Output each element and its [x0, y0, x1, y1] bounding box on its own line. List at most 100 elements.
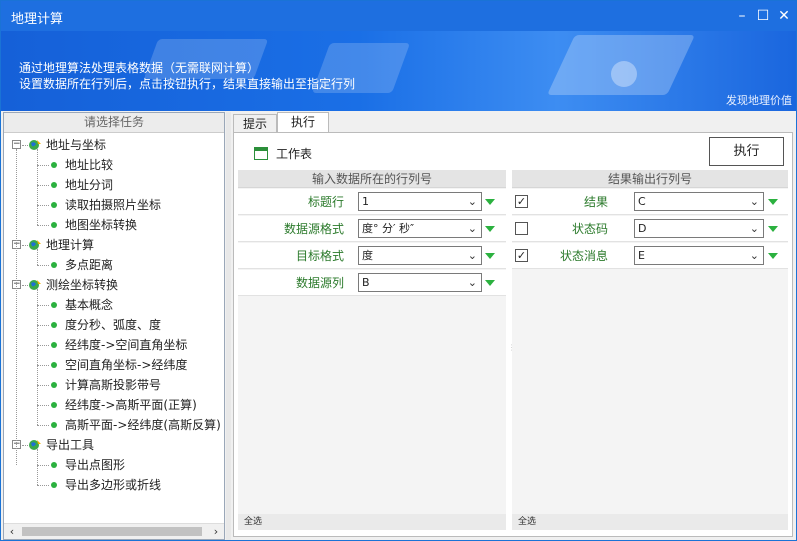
tree-item[interactable]: 高斯平面->经纬度(高斯反算): [65, 415, 221, 435]
tree-connector: [37, 289, 38, 425]
tree-group[interactable]: 地理计算: [46, 235, 94, 255]
collapse-icon[interactable]: −: [12, 140, 21, 149]
bullet-icon: [51, 362, 57, 368]
output-row: ✓ 状态消息 E ⌄: [512, 243, 788, 269]
scroll-thumb[interactable]: [22, 527, 202, 536]
tree-connector: [37, 305, 49, 306]
panel-splitter[interactable]: [226, 112, 231, 540]
tree-connector: [37, 345, 49, 346]
chevron-down-icon: ⌄: [749, 249, 759, 262]
discover-link[interactable]: 发现地理价值: [726, 92, 792, 108]
output-row-value: C: [638, 195, 646, 208]
tree-item[interactable]: 基本概念: [65, 295, 113, 315]
scroll-right-icon[interactable]: ›: [208, 524, 224, 539]
globe-icon: [29, 280, 41, 290]
tree-connector: [37, 225, 49, 226]
workbook-button[interactable]: 工作表: [254, 145, 312, 163]
tree-connector: [37, 185, 49, 186]
dropdown-arrow-icon[interactable]: [485, 199, 495, 205]
tree-item[interactable]: 度分秒、弧度、度: [65, 315, 161, 335]
dropdown-arrow-icon[interactable]: [768, 226, 778, 232]
dropdown-arrow-icon[interactable]: [485, 280, 495, 286]
app-window: 地理计算 – ☐ ✕ 通过地理算法处理表格数据（无需联网计算） 设置数据所在行列…: [0, 0, 797, 541]
minimize-button[interactable]: –: [732, 6, 752, 26]
chevron-down-icon: ⌄: [467, 276, 477, 289]
execute-panel: 工作表 执行 输入数据所在的行列号 标题行 1 ⌄ 数据源格式 度° 分′ 秒″ ⌄ 目标格…: [233, 132, 793, 537]
tree-item[interactable]: 经纬度->空间直角坐标: [65, 335, 187, 355]
tree-item[interactable]: 多点距离: [65, 255, 113, 275]
input-row-select[interactable]: 度 ⌄: [358, 246, 482, 265]
input-row-select[interactable]: B ⌄: [358, 273, 482, 292]
input-row-value: 1: [362, 195, 369, 208]
scroll-left-icon[interactable]: ‹: [4, 524, 20, 539]
tree-item[interactable]: 地址分词: [65, 175, 113, 195]
input-row-label: 数据源列: [295, 276, 344, 290]
tree-item[interactable]: 导出多边形或折线: [65, 475, 161, 495]
tree-connector: [37, 205, 49, 206]
input-panel: 输入数据所在的行列号 标题行 1 ⌄ 数据源格式 度° 分′ 秒″ ⌄ 目标格式度 ⌄ 数据源列…: [238, 170, 506, 530]
output-row-select[interactable]: C ⌄: [634, 192, 764, 211]
close-button[interactable]: ✕: [774, 6, 794, 26]
chevron-down-icon: ⌄: [467, 222, 477, 235]
dropdown-arrow-icon[interactable]: [768, 253, 778, 259]
bullet-icon: [51, 342, 57, 348]
output-select-all[interactable]: 全选: [512, 514, 788, 530]
chevron-down-icon: ⌄: [467, 195, 477, 208]
tree-connector: [37, 325, 49, 326]
tree-group[interactable]: 地址与坐标: [46, 135, 106, 155]
workbook-label: 工作表: [276, 147, 313, 161]
bullet-icon: [51, 262, 57, 268]
banner: 通过地理算法处理表格数据（无需联网计算） 设置数据所在行列后，点击按钮执行，结果…: [1, 31, 796, 111]
tree-group[interactable]: 导出工具: [46, 435, 94, 455]
input-row: 数据源格式 度° 分′ 秒″ ⌄: [238, 216, 506, 242]
tree-item[interactable]: 地图坐标转换: [65, 215, 137, 235]
tree-item[interactable]: 经纬度->高斯平面(正算): [65, 395, 197, 415]
banner-decoration: [611, 61, 637, 87]
run-button[interactable]: 执行: [709, 137, 784, 166]
tree-item[interactable]: 地址比较: [65, 155, 113, 175]
bullet-icon: [51, 382, 57, 388]
tree-item[interactable]: 导出点图形: [65, 455, 125, 475]
tree-item[interactable]: 读取拍摄照片坐标: [65, 195, 161, 215]
chevron-down-icon: ⌄: [749, 195, 759, 208]
bullet-icon: [51, 322, 57, 328]
task-panel: 请选择任务 − 地址与坐标 地址比较 地址分词 读取拍摄照片坐标 地图坐标转换 − 地理计算多…: [3, 112, 225, 540]
maximize-button[interactable]: ☐: [753, 6, 773, 26]
input-row-select[interactable]: 1 ⌄: [358, 192, 482, 211]
output-row-label: 结果: [583, 195, 608, 209]
tree-connector: [37, 425, 49, 426]
output-row-value: E: [638, 249, 645, 262]
bullet-icon: [51, 402, 57, 408]
input-row-value: B: [362, 276, 370, 289]
output-row-select[interactable]: D ⌄: [634, 219, 764, 238]
output-panel: 结果输出行列号 ✓ 结果 C ⌄ 状态码 D ⌄ ✓ 状态消息 E ⌄ 全选: [512, 170, 788, 530]
tree-group[interactable]: 测绘坐标转换: [46, 275, 118, 295]
input-row: 目标格式度 ⌄: [238, 243, 506, 269]
globe-icon: [29, 440, 41, 450]
tree-connector: [37, 385, 49, 386]
input-row: 标题行 1 ⌄: [238, 189, 506, 215]
output-row: ✓ 结果 C ⌄: [512, 189, 788, 215]
window-title: 地理计算: [11, 12, 64, 27]
output-panel-header: 结果输出行列号: [512, 170, 788, 188]
bullet-icon: [51, 162, 57, 168]
input-select-all[interactable]: 全选: [238, 514, 506, 530]
globe-icon: [29, 140, 41, 150]
dropdown-arrow-icon[interactable]: [485, 226, 495, 232]
tree-item[interactable]: 空间直角坐标->经纬度: [65, 355, 187, 375]
tree-connector: [37, 405, 49, 406]
output-row-label: 状态消息: [559, 249, 608, 263]
input-row-label: 数据源格式: [283, 222, 344, 236]
horizontal-scrollbar[interactable]: ‹ ›: [4, 523, 224, 539]
task-panel-header: 请选择任务: [4, 113, 224, 133]
tab-execute[interactable]: 执行: [277, 112, 329, 134]
tree-item[interactable]: 计算高斯投影带号: [65, 375, 161, 395]
dropdown-arrow-icon[interactable]: [768, 199, 778, 205]
bullet-icon: [51, 202, 57, 208]
output-row-value: D: [638, 222, 647, 235]
output-row-select[interactable]: E ⌄: [634, 246, 764, 265]
tab-tips[interactable]: 提示: [233, 114, 277, 133]
output-row-label: 状态码: [571, 222, 608, 236]
input-row-select[interactable]: 度° 分′ 秒″ ⌄: [358, 219, 482, 238]
dropdown-arrow-icon[interactable]: [485, 253, 495, 259]
